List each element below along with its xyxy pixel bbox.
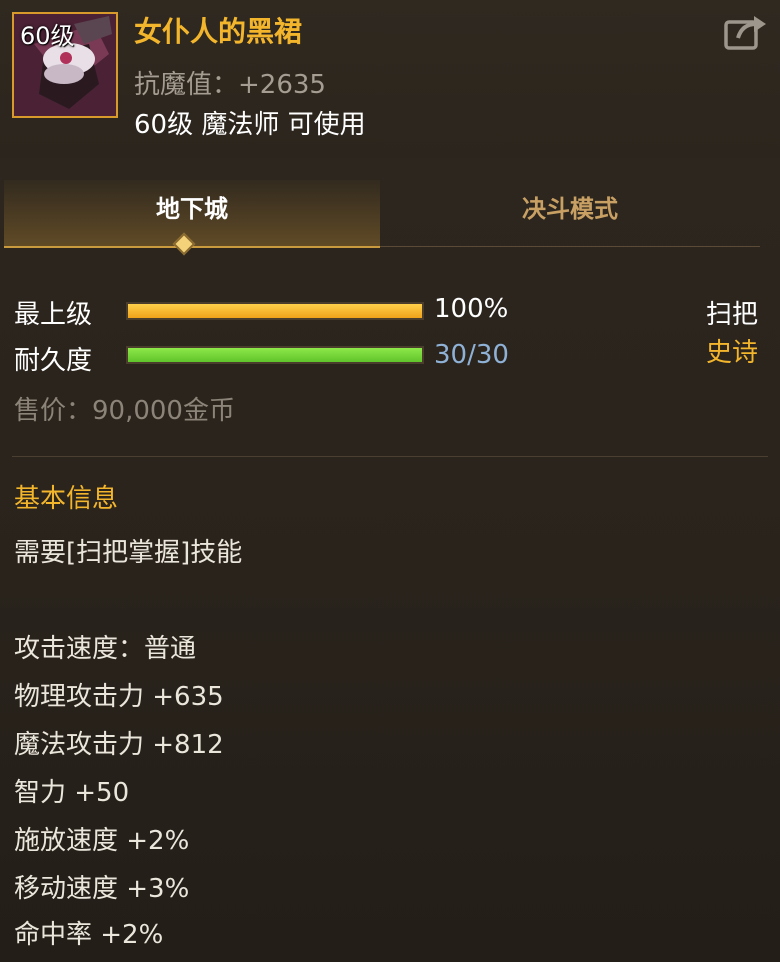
divider xyxy=(12,456,768,457)
durability-value: 30/30 xyxy=(434,340,509,370)
durability-label: 耐久度 xyxy=(14,346,93,376)
attr-intelligence: 智力 +50 xyxy=(14,778,130,808)
grade-bar xyxy=(126,302,424,320)
weapon-type-label: 扫把 xyxy=(705,300,758,330)
durability-bar xyxy=(126,346,424,364)
attr-move-speed: 移动速度 +3% xyxy=(14,874,190,904)
attr-cast-speed: 施放速度 +2% xyxy=(14,826,190,856)
sell-price: 售价：90,000金币 xyxy=(14,396,235,426)
durability-bar-fill xyxy=(128,348,422,362)
item-level-badge: 60级 xyxy=(20,22,75,50)
grade-label: 最上级 xyxy=(14,300,93,330)
share-button[interactable] xyxy=(722,12,768,52)
tab-duel-mode[interactable]: 决斗模式 xyxy=(380,180,760,247)
item-header: 60级 女仆人的黑裙 抗魔值：+2635 60级 魔法师 可使用 xyxy=(0,0,780,158)
basic-info-title: 基本信息 xyxy=(14,484,119,514)
item-requirement: 60级 魔法师 可使用 xyxy=(134,110,366,140)
item-tooltip-panel: 60级 女仆人的黑裙 抗魔值：+2635 60级 魔法师 可使用 地下城 决斗模… xyxy=(0,0,780,962)
grade-value: 100% xyxy=(434,294,509,324)
attr-attack-speed: 攻击速度：普通 xyxy=(14,634,197,664)
item-icon-frame[interactable]: 60级 xyxy=(12,12,118,118)
attr-hit-rate: 命中率 +2% xyxy=(14,920,164,950)
attr-physical-attack: 物理攻击力 +635 xyxy=(14,682,224,712)
item-name: 女仆人的黑裙 xyxy=(134,15,303,48)
mode-tabs: 地下城 决斗模式 xyxy=(0,180,780,248)
tab-dungeon[interactable]: 地下城 xyxy=(4,180,380,248)
rarity-label: 史诗 xyxy=(705,338,758,368)
attr-magic-attack: 魔法攻击力 +812 xyxy=(14,730,224,760)
share-icon xyxy=(724,16,766,50)
item-magic-resist: 抗魔值：+2635 xyxy=(134,70,326,100)
skill-requirement: 需要[扫把掌握]技能 xyxy=(14,538,243,568)
grade-bar-fill xyxy=(128,304,422,318)
